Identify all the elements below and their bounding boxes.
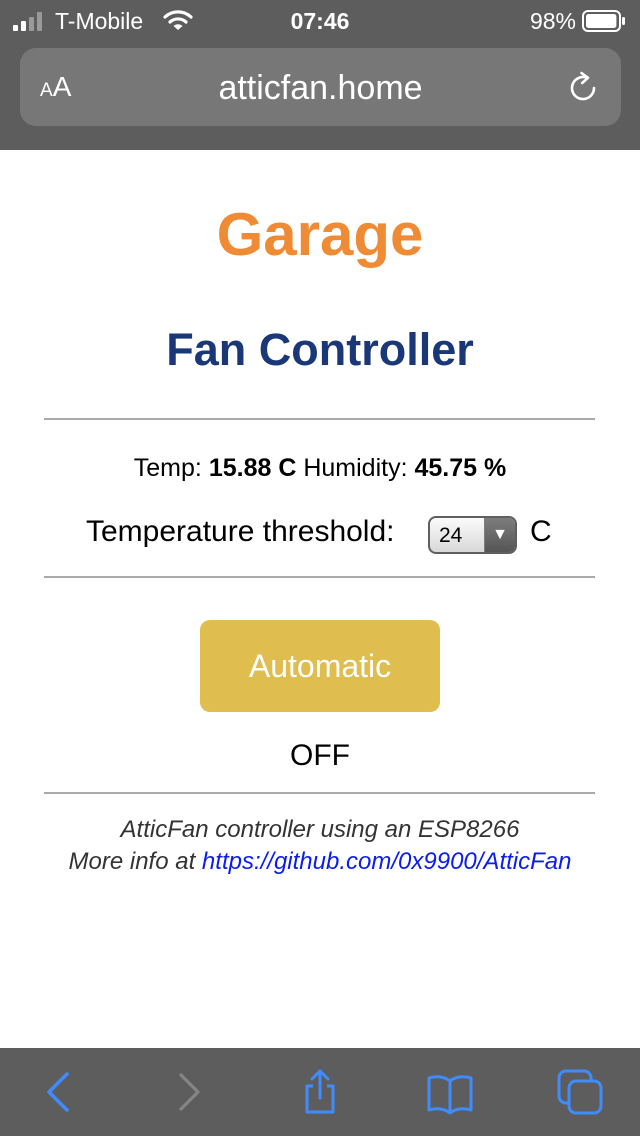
sensor-readings: Temp: 15.88 C Humidity: 45.75 %: [0, 452, 640, 484]
threshold-label: Temperature threshold:: [86, 515, 395, 548]
page-title: Garage: [216, 201, 424, 268]
chevron-down-icon: ▼: [484, 518, 515, 552]
tabs-icon[interactable]: [556, 1068, 604, 1116]
back-icon[interactable]: [35, 1068, 83, 1116]
humidity-label: Humidity:: [303, 454, 408, 482]
divider: [44, 792, 595, 794]
humidity-value: 45.75 %: [414, 454, 507, 482]
footer-more-info: More info at https://github.com/0x9900/A…: [0, 846, 640, 878]
footer-description: AtticFan controller using an ESP8266: [120, 816, 520, 843]
temp-label: Temp:: [133, 454, 202, 482]
browser-top-bar: T-Mobile 07:46 98% AA atticfan.home: [0, 0, 640, 150]
url-text[interactable]: atticfan.home: [20, 69, 621, 107]
temp-value: 15.88 C: [208, 454, 297, 482]
fan-state: OFF: [290, 739, 350, 772]
footer: AtticFan controller using an ESP8266 Mor…: [0, 814, 640, 878]
reload-icon[interactable]: [566, 71, 600, 105]
threshold-unit: C: [530, 515, 552, 548]
threshold-selected-value: 24: [439, 524, 463, 547]
forward-icon: [179, 1073, 200, 1111]
threshold-select[interactable]: 24 ▼: [428, 516, 517, 554]
footer-more-info-label: More info at: [68, 848, 196, 875]
github-link[interactable]: https://github.com/0x9900/AtticFan: [202, 848, 572, 875]
address-bar[interactable]: AA atticfan.home: [20, 48, 621, 126]
battery-icon: [582, 10, 625, 32]
bookmarks-icon[interactable]: [426, 1068, 474, 1116]
share-icon[interactable]: [296, 1068, 344, 1116]
page-subtitle: Fan Controller: [166, 324, 474, 375]
web-page: Garage Fan Controller Temp: 15.88 C Humi…: [0, 150, 640, 1048]
divider: [44, 576, 595, 578]
divider: [44, 418, 595, 420]
automatic-button[interactable]: Automatic: [200, 620, 440, 712]
battery-percentage: 98%: [529, 8, 576, 34]
status-bar: T-Mobile 07:46 98%: [0, 0, 640, 42]
browser-toolbar: [0, 1048, 640, 1136]
